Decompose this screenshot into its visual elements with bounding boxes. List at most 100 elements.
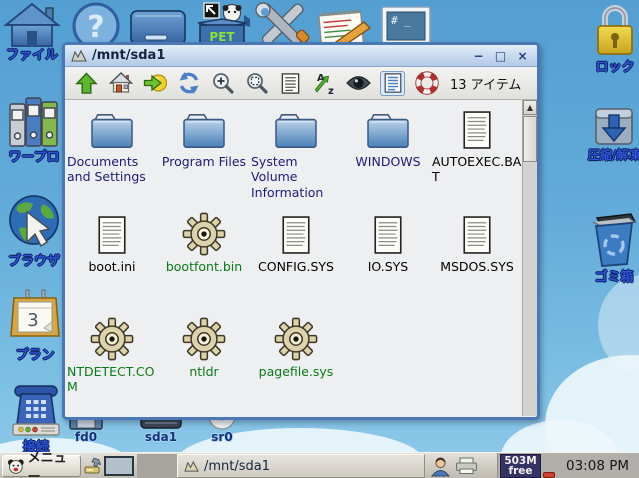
- text-file-icon: [460, 109, 494, 151]
- home-icon[interactable]: [108, 71, 133, 96]
- file-label: AUTOEXEC.BAT: [432, 154, 522, 185]
- lock-icon: [594, 2, 636, 60]
- window-toolbar: A z: [65, 67, 537, 100]
- text-file-icon: [371, 214, 405, 256]
- desktop-icon-trash[interactable]: ゴミ箱: [588, 208, 639, 285]
- desktop-icon-label: プラン: [15, 349, 54, 363]
- show-hidden-eye-icon[interactable]: [346, 71, 371, 96]
- desktop-icon-connect[interactable]: 接続: [7, 382, 65, 455]
- text-file-icon: [279, 214, 313, 256]
- home-icon: [4, 2, 60, 48]
- phone-icon: [11, 382, 61, 440]
- scroll-up-button[interactable]: ▲: [523, 100, 537, 115]
- sort-icon[interactable]: A z: [312, 71, 337, 96]
- file-io-sys[interactable]: IO.SYS: [342, 214, 434, 274]
- folder-icon: [272, 111, 320, 151]
- printer-icon[interactable]: [455, 457, 478, 475]
- file-bootfont-bin[interactable]: bootfont.bin: [158, 212, 250, 274]
- window-titlebar-icon: [71, 49, 87, 63]
- list-view-icon[interactable]: [278, 71, 303, 96]
- minimize-button[interactable]: −: [470, 48, 487, 64]
- workspace-pager[interactable]: [104, 456, 134, 476]
- tray-status-icon[interactable]: [543, 472, 555, 478]
- refresh-icon[interactable]: [176, 71, 201, 96]
- drive-label: sda1: [145, 430, 177, 444]
- file-label: Documents and Settings: [67, 154, 157, 185]
- archive-icon: [592, 104, 636, 148]
- drive-icon: [129, 7, 187, 47]
- file-ntldr[interactable]: ntldr: [158, 317, 250, 379]
- gear-icon: [90, 317, 134, 361]
- free-space-indicator[interactable]: 503M free: [500, 454, 541, 478]
- file-manager-window: /mnt/sda1 − □ ×: [62, 42, 540, 420]
- file-pagefile-sys[interactable]: pagefile.sys: [250, 317, 342, 379]
- file-windows[interactable]: WINDOWS: [342, 111, 434, 169]
- desktop-icon-archive[interactable]: 圧縮/解凍: [589, 104, 639, 162]
- clock: 03:08 PM: [566, 458, 629, 474]
- maximize-button[interactable]: □: [492, 48, 509, 64]
- desktop-icon-label: ブラウザ: [8, 255, 60, 269]
- goto-icon[interactable]: [142, 71, 167, 96]
- desktop-icon-files[interactable]: ファイル: [4, 2, 60, 63]
- scrollbar[interactable]: ▲: [522, 100, 537, 416]
- folder-icon: [180, 111, 228, 151]
- file-label: WINDOWS: [355, 154, 420, 169]
- drive-label: fd0: [75, 430, 97, 444]
- file-label: System Volume Information: [251, 154, 341, 200]
- file-label: NTDETECT.COM: [67, 364, 157, 395]
- trash-icon: [589, 208, 639, 270]
- file-boot-ini[interactable]: boot.ini: [66, 214, 158, 274]
- menu-button[interactable]: メニュー: [2, 455, 81, 477]
- desktop-icon-word-processor[interactable]: ワープロ: [3, 90, 65, 165]
- file-program-files[interactable]: Program Files: [158, 111, 250, 169]
- file-msdos-sys[interactable]: MSDOS.SYS: [431, 214, 523, 274]
- details-view-icon[interactable]: [380, 71, 405, 96]
- desktop-icon-label: ワープロ: [8, 151, 59, 165]
- calendar-icon: 3: [8, 288, 62, 348]
- folder-icon: [88, 111, 136, 151]
- task-button-mnt-sda1[interactable]: /mnt/sda1: [177, 454, 425, 478]
- file-ntdetect-com[interactable]: NTDETECT.COM: [66, 317, 158, 395]
- task-label: /mnt/sda1: [204, 459, 270, 474]
- desktop-icon-lock[interactable]: ロック: [592, 2, 638, 75]
- desktop-icon-drive[interactable]: [129, 7, 187, 47]
- svg-text:z: z: [328, 86, 334, 95]
- task-icon: [184, 460, 199, 473]
- up-icon[interactable]: [74, 71, 99, 96]
- desktop-icon-label: 圧縮/解凍: [588, 149, 639, 162]
- file-system-volume-information[interactable]: System Volume Information: [250, 111, 342, 200]
- taskbar: メニュー /mnt/sda1 503M free: [0, 452, 639, 478]
- desktop-icon-plan[interactable]: 3 プラン: [5, 288, 65, 363]
- svg-text:# _: # _: [391, 14, 411, 27]
- browser-icon: [5, 192, 63, 254]
- drive-label: sr0: [211, 430, 232, 444]
- menu-label: メニュー: [28, 447, 76, 478]
- zoom-out-icon[interactable]: [244, 71, 269, 96]
- user-avatar-icon[interactable]: [430, 455, 451, 477]
- svg-text:3: 3: [27, 310, 38, 331]
- svg-text:?: ?: [87, 10, 104, 45]
- mount-drives-icon[interactable]: [84, 457, 102, 475]
- close-button[interactable]: ×: [514, 48, 531, 64]
- folder-icon: [364, 111, 412, 151]
- file-label: IO.SYS: [368, 259, 409, 274]
- text-file-icon: [95, 214, 129, 256]
- gear-icon: [182, 212, 226, 256]
- window-titlebar[interactable]: /mnt/sda1 − □ ×: [65, 45, 537, 67]
- scrollbar-thumb[interactable]: [523, 116, 537, 162]
- file-label: CONFIG.SYS: [258, 259, 334, 274]
- desktop-icon-label: ファイル: [6, 49, 58, 63]
- file-label: MSDOS.SYS: [440, 259, 514, 274]
- zoom-in-icon[interactable]: [210, 71, 235, 96]
- file-config-sys[interactable]: CONFIG.SYS: [250, 214, 342, 274]
- file-label: bootfont.bin: [166, 259, 242, 274]
- file-label: pagefile.sys: [259, 364, 334, 379]
- file-autoexec-bat[interactable]: AUTOEXEC.BAT: [431, 109, 523, 185]
- file-documents-and-settings[interactable]: Documents and Settings: [66, 111, 158, 185]
- file-label: ntldr: [189, 364, 218, 379]
- text-file-icon: [460, 214, 494, 256]
- word-processor-icon: [6, 90, 62, 150]
- item-count: 13 アイテム: [450, 74, 521, 93]
- help-lifesaver-icon[interactable]: [414, 71, 439, 96]
- desktop-icon-browser[interactable]: ブラウザ: [3, 192, 65, 269]
